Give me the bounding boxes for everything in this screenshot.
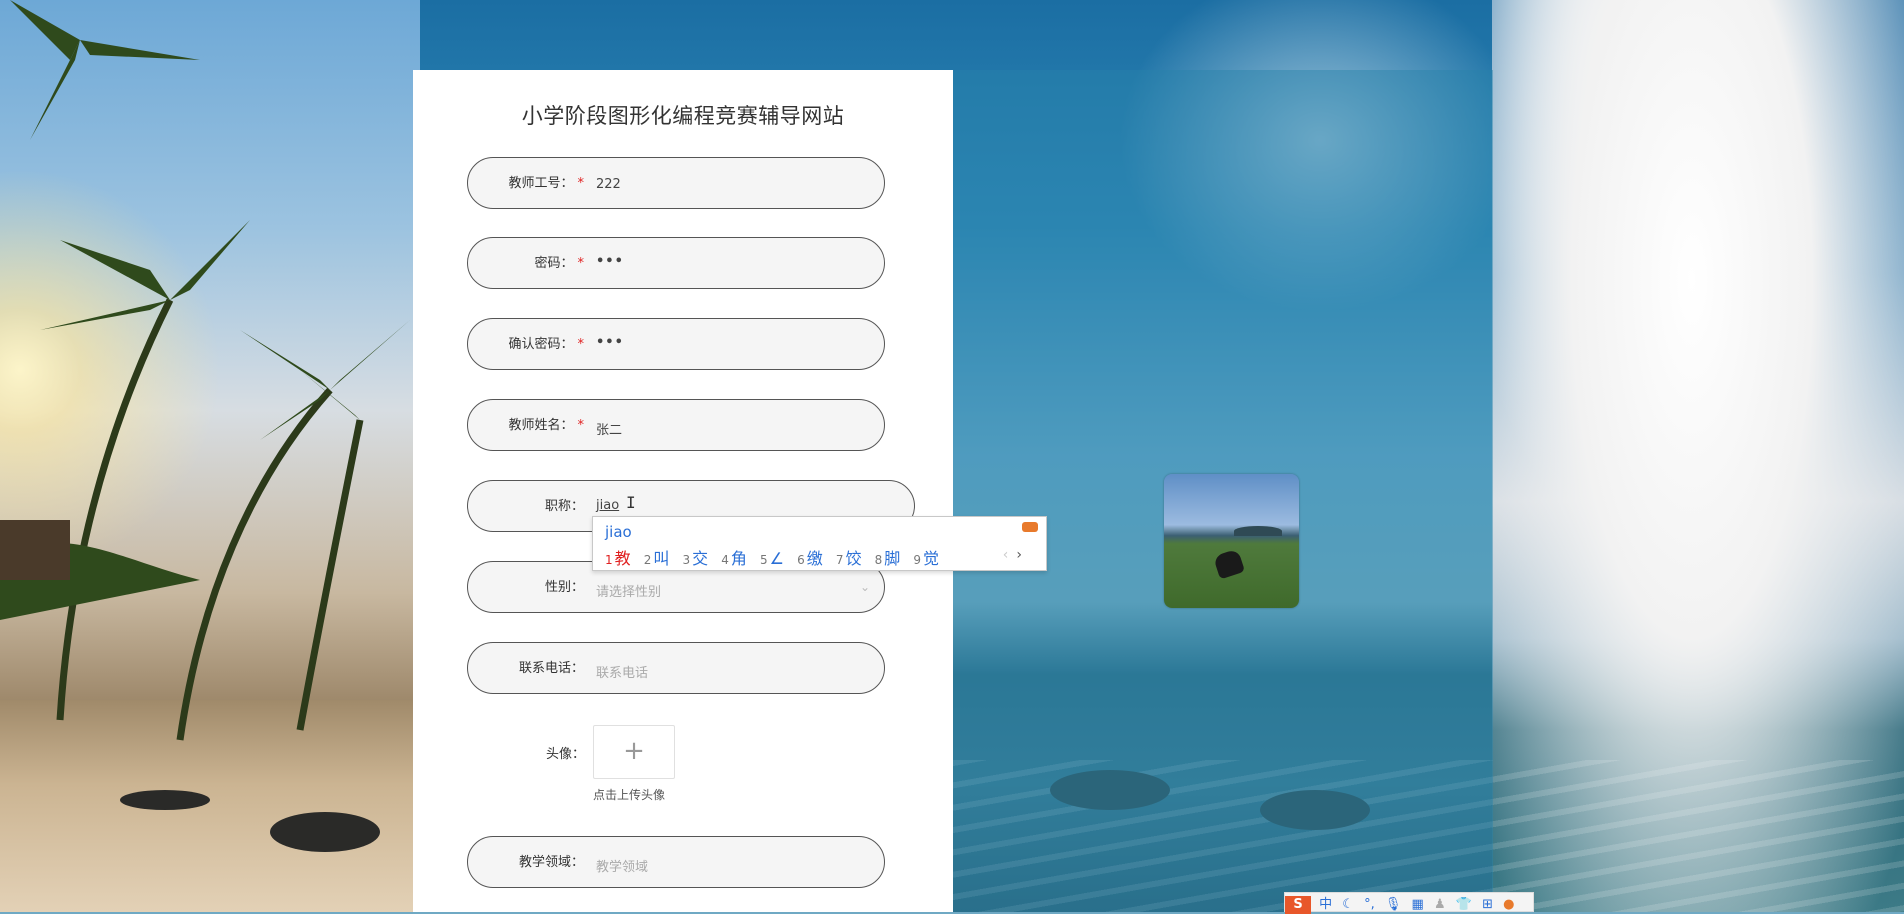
photo-island (1234, 526, 1282, 536)
teaching-area-input[interactable]: 教学领域 (596, 856, 648, 875)
chevron-right-icon[interactable]: › (1016, 547, 1022, 563)
punctuation-icon[interactable]: °, (1364, 897, 1375, 912)
ime-page-nav[interactable]: ‹ › (1003, 547, 1022, 563)
ime-candidate[interactable]: 7饺 (836, 549, 862, 568)
confirm-password-input[interactable]: ••• (596, 335, 624, 350)
beach-rock (120, 790, 210, 810)
shirt-icon[interactable]: 👕 (1456, 897, 1472, 912)
title-label: 职称： (544, 499, 584, 514)
ime-candidate[interactable]: 2叫 (644, 549, 670, 568)
plus-icon: + (623, 736, 645, 766)
mic-icon[interactable]: 🎙 (1385, 897, 1402, 912)
phone-field[interactable]: 联系电话： 联系电话 (467, 642, 885, 694)
confirm-password-label: 确认密码： * (508, 337, 585, 352)
grid-icon[interactable]: ⊞ (1482, 897, 1493, 912)
text-cursor-icon: I (626, 493, 636, 512)
teacher-id-field[interactable]: 教师工号： * 222 (467, 157, 885, 209)
password-field[interactable]: 密码： * ••• (467, 237, 885, 289)
teaching-area-label: 教学领域： (518, 855, 584, 870)
ime-pinyin: jiao (605, 523, 632, 541)
ime-candidate[interactable]: 4角 (721, 549, 747, 568)
teacher-name-field[interactable]: 教师姓名： * 张二 (467, 399, 885, 451)
teaching-area-field[interactable]: 教学领域： 教学领域 (467, 836, 885, 888)
ime-candidate-popup: jiao 1教 2叫 3交 4角 5 ∠ 6缴 7饺 8脚 9觉 ‹ › (592, 516, 1047, 571)
phone-label: 联系电话： (518, 661, 584, 676)
password-input[interactable]: ••• (596, 254, 624, 269)
gender-label: 性别： (544, 580, 584, 595)
teacher-id-label: 教师工号： * (508, 176, 585, 191)
upload-hint: 点击上传头像 (593, 788, 666, 802)
chevron-down-icon[interactable]: ⌄ (860, 580, 870, 594)
required-mark: * (577, 337, 585, 352)
password-label: 密码： * (534, 256, 585, 271)
palm-trees (0, 0, 410, 741)
gender-select[interactable]: 请选择性别 (596, 581, 661, 600)
avatar-label: 头像： (546, 747, 586, 762)
required-mark: * (577, 418, 585, 433)
teacher-name-label: 教师姓名： * (508, 418, 585, 433)
sogou-logo-icon[interactable]: S (1285, 896, 1311, 914)
mascot-icon[interactable]: ● (1503, 897, 1514, 912)
teacher-id-input[interactable]: 222 (596, 177, 621, 192)
center-photo (1164, 474, 1299, 608)
ime-mode-toggle[interactable]: 中 (1319, 897, 1332, 912)
phone-input[interactable]: 联系电话 (596, 662, 648, 681)
avatar-upload-button[interactable]: + (593, 725, 675, 779)
ime-candidate[interactable]: 9觉 (913, 549, 939, 568)
ime-mascot-icon (1022, 522, 1038, 532)
required-mark: * (577, 256, 585, 271)
ime-candidate-list: 1教 2叫 3交 4角 5 ∠ 6缴 7饺 8脚 9觉 (605, 545, 947, 569)
beach-rock (270, 812, 380, 852)
confirm-password-field[interactable]: 确认密码： * ••• (467, 318, 885, 370)
ime-candidate[interactable]: 8脚 (875, 549, 901, 568)
teacher-name-input[interactable]: 张二 (596, 419, 622, 438)
ime-toolbar: S 中 ☾ °, 🎙 ▦ ♟ 👕 ⊞ ● (1284, 892, 1534, 914)
ime-candidate[interactable]: 3交 (683, 549, 709, 568)
keyboard-icon[interactable]: ▦ (1412, 897, 1424, 912)
moon-icon[interactable]: ☾ (1342, 897, 1354, 912)
ime-candidate[interactable]: 6缴 (797, 549, 823, 568)
ime-candidate[interactable]: 5 ∠ (760, 549, 784, 568)
title-input[interactable]: jiao (596, 498, 619, 513)
chevron-left-icon[interactable]: ‹ (1003, 547, 1009, 563)
photo-person (1212, 548, 1246, 580)
user-icon[interactable]: ♟ (1434, 897, 1446, 912)
page-title: 小学阶段图形化编程竞赛辅导网站 (521, 104, 845, 128)
required-mark: * (577, 176, 585, 191)
ime-candidate[interactable]: 1教 (605, 549, 631, 568)
register-panel: 小学阶段图形化编程竞赛辅导网站 教师工号： * 222 密码： * ••• 确认密码… (413, 70, 953, 912)
